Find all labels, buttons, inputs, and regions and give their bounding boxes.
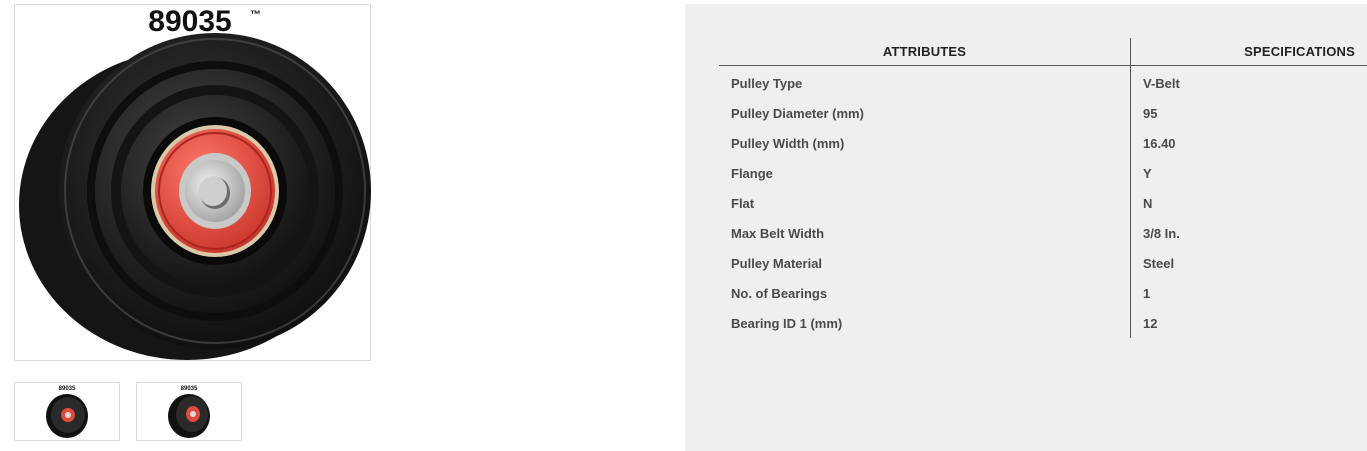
table-row: Flat N xyxy=(719,188,1367,218)
attribute-cell: Flange xyxy=(731,165,773,181)
value-cell: Y xyxy=(1130,158,1367,188)
value-cell: 3/8 In. xyxy=(1130,218,1367,248)
pulley-illustration: 89035 ™ xyxy=(19,5,371,360)
attribute-cell: Flat xyxy=(731,195,755,211)
attribute-cell: Pulley Type xyxy=(731,75,803,91)
table-row: Pulley Type V-Belt xyxy=(719,68,1367,98)
specifications-table: ATTRIBUTES SPECIFICATIONS Pulley Type V-… xyxy=(719,38,1367,338)
part-number-label: 89035 xyxy=(148,5,231,38)
attribute-cell: Pulley Diameter (mm) xyxy=(731,105,864,121)
main-product-image: 89035 ™ xyxy=(14,4,371,361)
attribute-cell: Bearing ID 1 (mm) xyxy=(731,315,843,331)
table-row: No. of Bearings 1 xyxy=(719,278,1367,308)
attribute-cell: No. of Bearings xyxy=(731,285,828,301)
specifications-panel: ATTRIBUTES SPECIFICATIONS Pulley Type V-… xyxy=(685,4,1367,451)
table-row: Bearing ID 1 (mm) 12 xyxy=(719,308,1367,338)
value-cell: V-Belt xyxy=(1130,68,1367,98)
table-row: Pulley Material Steel xyxy=(719,248,1367,278)
table-row: Pulley Diameter (mm) 95 xyxy=(719,98,1367,128)
value-cell: N xyxy=(1130,188,1367,218)
table-header-row: ATTRIBUTES SPECIFICATIONS xyxy=(719,38,1367,66)
attribute-cell: Pulley Width (mm) xyxy=(731,135,845,151)
thumbnail-image-1[interactable]: 89035 xyxy=(14,382,120,441)
table-row: Pulley Width (mm) 16.40 xyxy=(719,128,1367,158)
value-cell: 95 xyxy=(1130,98,1367,128)
value-cell: 1 xyxy=(1130,278,1367,308)
attribute-cell: Max Belt Width xyxy=(731,225,825,241)
table-row: Flange Y xyxy=(719,158,1367,188)
value-cell: 16.40 xyxy=(1130,128,1367,158)
thumbnail-part-number: 89035 xyxy=(59,386,76,392)
value-cell: Steel xyxy=(1130,248,1367,278)
trademark-symbol: ™ xyxy=(250,9,261,21)
thumbnail-image-2[interactable]: 89035 xyxy=(136,382,242,441)
attributes-column-header: ATTRIBUTES xyxy=(719,38,1131,66)
table-row: Max Belt Width 3/8 In. xyxy=(719,218,1367,248)
attribute-cell: Pulley Material xyxy=(731,255,823,271)
specifications-column-header: SPECIFICATIONS xyxy=(1130,38,1367,66)
thumbnail-part-number: 89035 xyxy=(181,386,198,392)
value-cell: 12 xyxy=(1130,308,1367,338)
